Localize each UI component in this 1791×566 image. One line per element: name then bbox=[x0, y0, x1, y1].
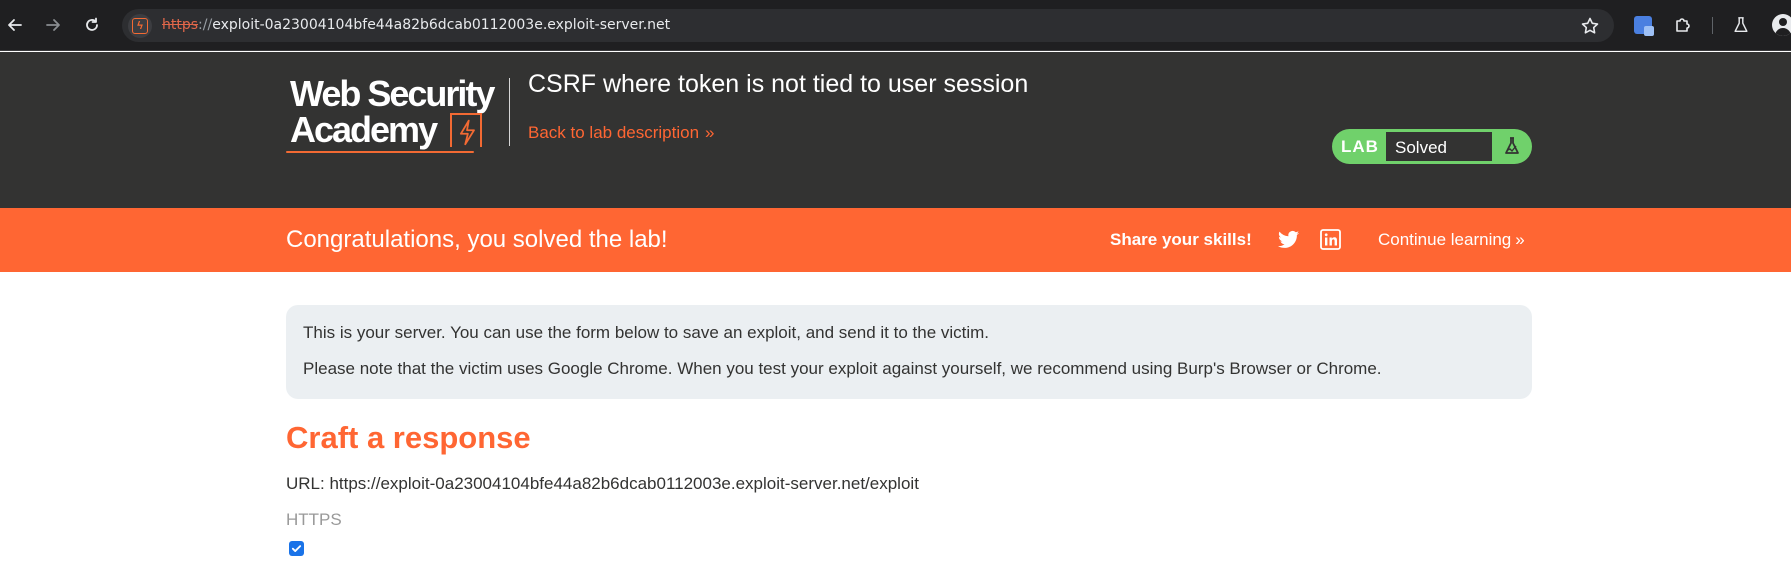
extensions-icon bbox=[1676, 18, 1690, 32]
url-host: exploit-0a23004104bfe44a82b6dcab0112003e… bbox=[212, 17, 671, 33]
toolbar-divider bbox=[1712, 17, 1713, 34]
translate-icon bbox=[1634, 16, 1654, 36]
url-scheme: https bbox=[162, 17, 199, 33]
address-bar[interactable]: ϟ https://exploit-0a23004104bfe44a82b6dc… bbox=[122, 9, 1614, 42]
lab-status-badge: LAB Solved bbox=[1332, 129, 1532, 164]
lab-header: Web Security Academy CSRF where token is… bbox=[0, 52, 1791, 208]
https-label: HTTPS bbox=[286, 510, 342, 529]
logo-bolt-icon bbox=[450, 113, 482, 147]
exploit-url-text: URL: https://exploit-0a23004104bfe44a82b… bbox=[286, 474, 919, 493]
labs-flask-icon bbox=[1734, 17, 1748, 33]
back-button[interactable] bbox=[2, 12, 28, 38]
back-link-label: Back to lab description bbox=[528, 123, 700, 142]
notice-line-1: This is your server. You can use the for… bbox=[303, 323, 990, 342]
exploit-server-notice: This is your server. You can use the for… bbox=[286, 305, 1532, 399]
reload-icon bbox=[86, 17, 98, 31]
lab-status-value: Solved bbox=[1395, 138, 1447, 157]
continue-learning-label: Continue learning bbox=[1378, 230, 1512, 249]
address-text[interactable]: https://exploit-0a23004104bfe44a82b6dcab… bbox=[162, 17, 670, 33]
web-security-academy-logo[interactable]: Web Security Academy bbox=[286, 73, 506, 163]
header-divider bbox=[509, 78, 510, 146]
site-info-button[interactable]: ϟ bbox=[128, 14, 152, 38]
site-info-icon: ϟ bbox=[132, 18, 148, 34]
back-to-lab-description-link[interactable]: Back to lab description » bbox=[528, 123, 715, 143]
bookmark-star-icon[interactable] bbox=[1580, 16, 1600, 36]
profile-icon[interactable] bbox=[1772, 14, 1791, 36]
extensions-button[interactable] bbox=[1671, 13, 1695, 37]
back-link-chevron-icon: » bbox=[705, 123, 715, 142]
forward-button[interactable] bbox=[40, 12, 66, 38]
continue-chevron-icon: » bbox=[1515, 230, 1525, 249]
share-skills-label: Share your skills! bbox=[1110, 230, 1252, 249]
translate-extension[interactable] bbox=[1631, 13, 1655, 37]
logo-text-line2: Academy bbox=[290, 109, 438, 150]
lab-status-label: LAB bbox=[1341, 137, 1379, 156]
craft-response-heading: Craft a response bbox=[286, 420, 531, 455]
logo-underline bbox=[286, 151, 474, 153]
notice-line-2: Please note that the victim uses Google … bbox=[303, 359, 1382, 378]
congratulations-message: Congratulations, you solved the lab! bbox=[286, 226, 668, 253]
lab-status-value-box: Solved bbox=[1385, 131, 1493, 162]
back-icon bbox=[8, 19, 22, 31]
reload-button[interactable] bbox=[79, 12, 105, 38]
url-separator: :// bbox=[198, 17, 213, 33]
linkedin-icon[interactable] bbox=[1320, 229, 1341, 250]
https-checkbox[interactable] bbox=[289, 541, 304, 556]
solved-flask-icon bbox=[1505, 137, 1519, 154]
browser-toolbar: ϟ https://exploit-0a23004104bfe44a82b6dc… bbox=[0, 0, 1791, 51]
forward-icon bbox=[46, 19, 60, 31]
labs-button[interactable] bbox=[1729, 13, 1753, 37]
solved-banner: Congratulations, you solved the lab! Sha… bbox=[0, 208, 1791, 272]
continue-learning-link[interactable]: Continue learning» bbox=[1378, 230, 1525, 250]
checkmark-icon bbox=[291, 545, 302, 552]
twitter-icon[interactable] bbox=[1278, 230, 1300, 250]
lab-title: CSRF where token is not tied to user ses… bbox=[528, 70, 1029, 98]
